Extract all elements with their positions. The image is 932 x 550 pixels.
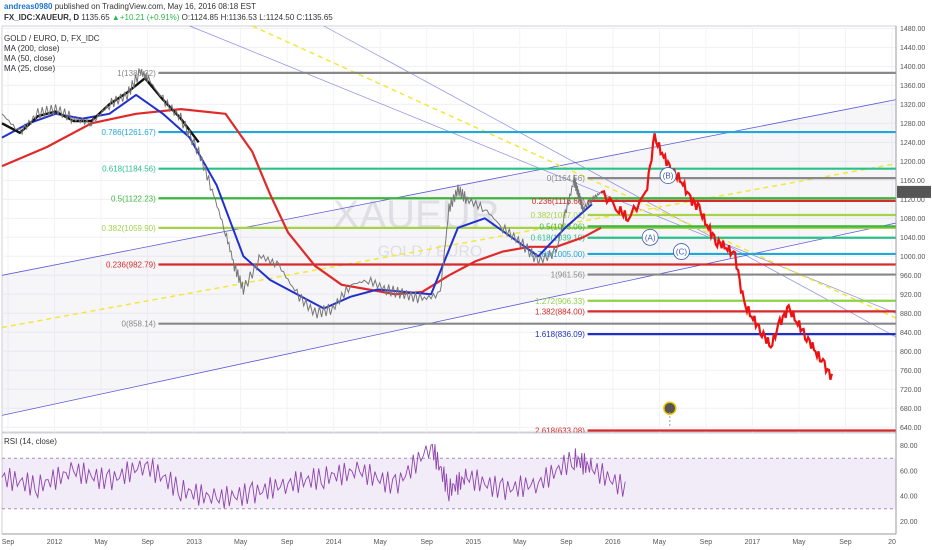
price-axis-tick-label: 1040.00	[900, 235, 925, 242]
price-axis-tick-label: 880.00	[900, 311, 922, 318]
price-axis-tick-label: 640.00	[900, 425, 922, 432]
price-axis-tick-label: 840.00	[900, 330, 922, 337]
fib-level-label: 0.382(1059.90)	[102, 224, 157, 233]
fib-level-label: 0.618(1184.56)	[102, 165, 156, 174]
time-axis-tick-label: 2017	[745, 539, 761, 546]
price-axis-tick-label: 1400.00	[900, 64, 925, 71]
legend-ma50[interactable]: MA (50, close)	[4, 54, 55, 63]
change-up-icon: ▲	[111, 13, 120, 22]
fib-level-label: 0.236(982.79)	[106, 260, 156, 269]
price-axis-tick-label: 760.00	[900, 368, 922, 375]
price-axis-tick-label: 960.00	[900, 273, 922, 280]
last-price: 1135.65	[79, 13, 110, 22]
time-axis-tick-label: May	[653, 539, 667, 546]
rsi-axis-tick-label: 40.00	[900, 494, 918, 501]
price-axis-tick-label: 1080.00	[900, 216, 925, 223]
legend-ma25[interactable]: MA (25, close)	[4, 64, 55, 73]
price-axis-tick-label: 1280.00	[900, 121, 925, 128]
author-link[interactable]: andreas0980	[4, 2, 52, 11]
time-axis-tick-label: May	[234, 539, 248, 546]
fib-extension-label: 1.618(836.09)	[535, 330, 585, 339]
legend-ma200[interactable]: MA (200, close)	[4, 44, 60, 53]
time-axis-tick-label: 2015	[465, 539, 481, 546]
price-change: +10.21 (+0.91%)	[119, 13, 180, 22]
rsi-axis-tick-label: 80.00	[900, 443, 918, 450]
time-axis-tick-label: 2012	[47, 539, 63, 546]
fib-extension-label: 1.382(884.00)	[535, 307, 585, 316]
publish-line: andreas0980 published on TradingView.com…	[4, 2, 256, 11]
fib-extension-label: 1(961.56)	[551, 271, 586, 280]
price-axis-tick-label: 1000.00	[900, 254, 925, 261]
time-axis-tick-label: May	[792, 539, 806, 546]
fib-level-label: 0(858.14)	[122, 320, 157, 329]
time-axis-tick-label: 2014	[326, 539, 342, 546]
time-axis-tick-label: Sep	[2, 539, 15, 546]
time-axis-tick-label: Sep	[839, 539, 852, 546]
price-axis-tick-label: 1160.00	[900, 178, 925, 185]
price-axis-tick-label: 720.00	[900, 387, 922, 394]
time-axis-tick-label: Sep	[281, 539, 294, 546]
rsi-legend[interactable]: RSI (14, close)	[4, 437, 57, 446]
rsi-axis-tick-label: 20.00	[900, 519, 918, 526]
price-axis-tick-label: 920.00	[900, 292, 922, 299]
time-axis-tick-label: 2013	[186, 539, 202, 546]
price-axis-tick-label: 680.00	[900, 406, 922, 413]
fib-level-label: 1(1386.32)	[117, 69, 156, 78]
ohlc-values: O:1124.85 H:1136.53 L:1124.50 C:1135.65	[179, 13, 333, 22]
price-axis-tick-label: 1240.00	[900, 140, 925, 147]
fib-extension-label: 0(1164.56)	[547, 174, 585, 183]
time-axis-tick-label: Sep	[560, 539, 573, 546]
time-axis-tick-label: May	[374, 539, 388, 546]
publish-info: published on TradingView.com, May 16, 20…	[52, 2, 257, 11]
rsi-axis-tick-label: 60.00	[900, 468, 918, 475]
price-axis-tick-label: 1320.00	[900, 102, 925, 109]
price-axis-tick-label: 1200.00	[900, 159, 925, 166]
fib-level-label: 0.5(1122.23)	[111, 194, 156, 203]
price-axis-tick-label: 800.00	[900, 349, 922, 356]
legend-title: GOLD / EURO, D, FX_IDC	[4, 34, 100, 43]
fib-extension-label: 1.272(906.33)	[535, 297, 585, 306]
time-axis-tick-label: 2016	[605, 539, 621, 546]
time-axis-tick-label: Sep	[700, 539, 713, 546]
chart-canvas: XAUEURGOLD / EURO1(1386.32)0.786(1261.67…	[1, 25, 931, 546]
wave-label: (A)	[645, 233, 656, 242]
wave-label: (C)	[676, 248, 687, 257]
symbol-line: FX_IDC:XAUEUR, D 1135.65 ▲+10.21 (+0.91%…	[4, 13, 333, 22]
fib-extension-label: 0.236(1116.66)	[532, 197, 585, 206]
time-axis-tick-label: Sep	[141, 539, 154, 546]
price-axis-tick-label: 1440.00	[900, 45, 925, 52]
fib-level-label: 0.786(1261.67)	[102, 128, 157, 137]
time-axis-tick-label: May	[94, 539, 108, 546]
price-axis-tick-label: 1480.00	[900, 26, 925, 33]
symbol-name: FX_IDC:XAUEUR, D	[4, 13, 80, 22]
time-axis-tick-label: May	[513, 539, 527, 546]
last-price-tag-label: 1135.65	[900, 190, 925, 197]
price-axis-tick-label: 1360.00	[900, 83, 925, 90]
wave-label: (B)	[663, 172, 674, 181]
time-axis-tick-label: Sep	[421, 539, 434, 546]
rsi-pane	[1, 432, 897, 535]
time-axis-tick-label: 20	[888, 539, 896, 546]
